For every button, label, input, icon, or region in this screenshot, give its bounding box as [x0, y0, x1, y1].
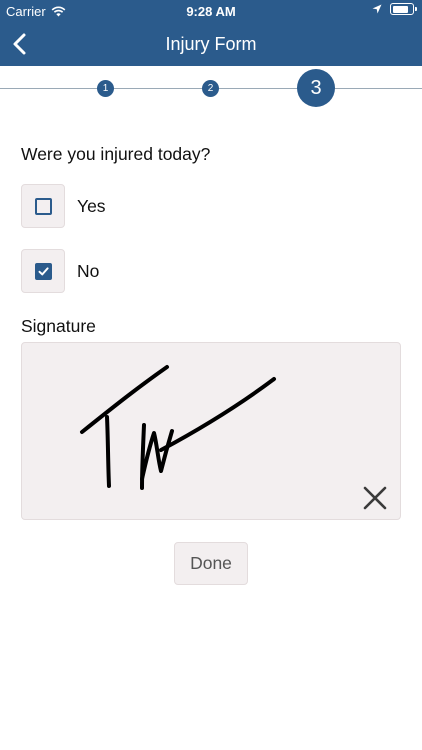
page-title: Injury Form — [165, 34, 257, 54]
option-yes[interactable]: Yes — [21, 184, 106, 228]
option-no-label: No — [77, 260, 100, 281]
done-button[interactable]: Done — [174, 542, 248, 585]
close-icon — [363, 486, 387, 510]
step-1: 1 — [97, 80, 114, 97]
signature-label: Signature — [21, 316, 96, 336]
step-3-current: 3 — [297, 69, 335, 107]
option-yes-label: Yes — [77, 195, 106, 216]
checkbox-yes-container[interactable] — [21, 184, 65, 228]
status-right-group — [372, 3, 417, 15]
signature-pad[interactable] — [21, 342, 401, 520]
checkbox-no[interactable] — [34, 262, 52, 280]
step-2: 2 — [202, 80, 219, 97]
status-time: 9:28 AM — [186, 4, 236, 19]
signature-drawing — [80, 365, 276, 490]
location-arrow-icon — [372, 4, 382, 14]
checkbox-yes[interactable] — [34, 197, 52, 215]
status-bar: Carrier 9:28 AM — [0, 0, 422, 22]
battery-icon — [390, 3, 417, 15]
progress-stepper: 1 2 3 — [0, 66, 422, 110]
checkbox-no-container[interactable] — [21, 249, 65, 293]
checkmark-icon — [38, 266, 49, 275]
injury-question: Were you injured today? — [21, 144, 211, 164]
option-no[interactable]: No — [21, 249, 99, 293]
nav-bar: Injury Form — [0, 22, 422, 66]
clear-signature-button[interactable] — [362, 485, 388, 511]
